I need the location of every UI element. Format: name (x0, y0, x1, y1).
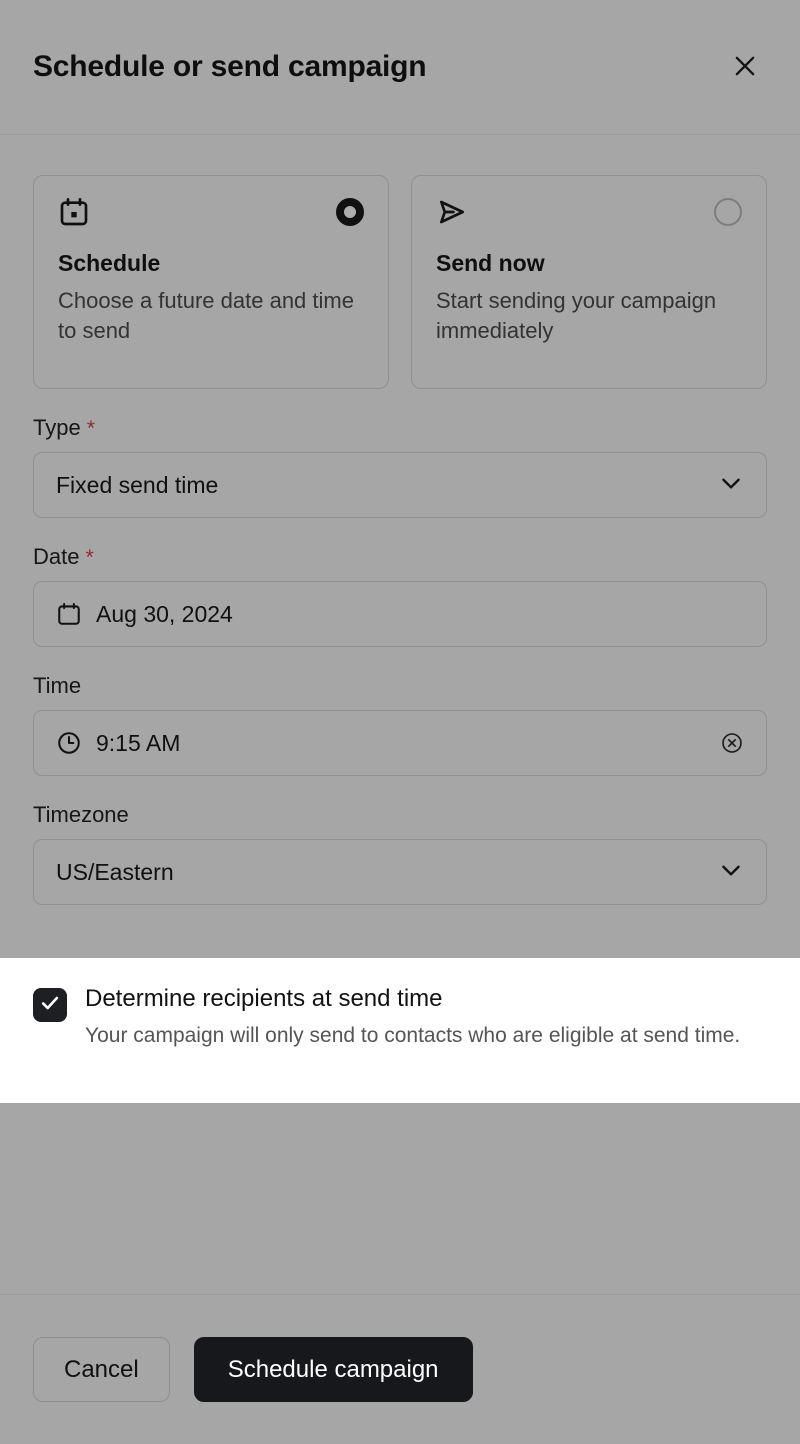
radio-schedule[interactable] (336, 198, 364, 226)
timezone-select[interactable]: US/Eastern (33, 839, 767, 905)
schedule-campaign-button[interactable]: Schedule campaign (193, 1337, 473, 1402)
time-input[interactable]: 9:15 AM (33, 710, 767, 776)
radio-send-now[interactable] (714, 198, 742, 226)
modal-header: Schedule or send campaign (0, 0, 800, 135)
calendar-icon (58, 196, 90, 233)
clock-icon (56, 730, 82, 756)
time-input-value: 9:15 AM (96, 729, 181, 756)
schedule-campaign-modal: Schedule or send campaign Schedule Choos… (0, 0, 800, 1444)
determine-recipients-description: Your campaign will only send to contacts… (85, 1024, 741, 1047)
checkmark-icon (39, 992, 61, 1019)
date-required-marker: * (85, 546, 94, 569)
close-button[interactable] (723, 45, 767, 89)
determine-recipients-row[interactable]: Determine recipients at send time Your c… (33, 984, 767, 1052)
option-card-schedule-description: Choose a future date and time to send (58, 287, 354, 344)
type-select-value: Fixed send time (56, 471, 219, 498)
cancel-button[interactable]: Cancel (33, 1337, 170, 1402)
option-card-send-now[interactable]: Send now Start sending your campaign imm… (411, 175, 767, 389)
send-icon (436, 196, 468, 233)
field-timezone: Timezone US/Eastern (33, 802, 767, 905)
send-mode-options: Schedule Choose a future date and time t… (33, 175, 767, 389)
type-label-text: Type (33, 415, 81, 440)
type-required-marker: * (86, 417, 96, 440)
calendar-icon (56, 601, 82, 627)
time-label: Time (33, 673, 82, 698)
field-time: Time 9:15 AM (33, 673, 767, 776)
date-label: Date * (33, 544, 767, 570)
determine-recipients-title: Determine recipients at send time (85, 985, 443, 1012)
chevron-down-icon (718, 470, 744, 501)
timezone-label: Timezone (33, 802, 129, 827)
modal-body: Schedule Choose a future date and time t… (0, 135, 800, 1444)
date-label-text: Date (33, 544, 80, 569)
modal-footer: Cancel Schedule campaign (0, 1294, 800, 1444)
option-card-send-now-top (436, 196, 742, 233)
field-date: Date * Aug 30, 2024 (33, 544, 767, 647)
date-input[interactable]: Aug 30, 2024 (33, 581, 767, 647)
option-card-schedule-top (58, 196, 364, 233)
timezone-select-value: US/Eastern (56, 858, 174, 885)
chevron-down-icon (718, 857, 744, 888)
option-card-send-now-title: Send now (436, 250, 545, 276)
type-select[interactable]: Fixed send time (33, 452, 767, 518)
close-icon (731, 52, 759, 83)
option-card-schedule-title: Schedule (58, 250, 161, 276)
type-label: Type * (33, 415, 767, 441)
determine-recipients-checkbox[interactable] (33, 988, 67, 1022)
date-input-value: Aug 30, 2024 (96, 600, 233, 627)
option-card-schedule[interactable]: Schedule Choose a future date and time t… (33, 175, 389, 389)
field-type: Type * Fixed send time (33, 415, 767, 518)
determine-recipients-texts: Determine recipients at send time Your c… (85, 984, 767, 1052)
circle-x-icon[interactable] (720, 731, 744, 755)
page-title: Schedule or send campaign (33, 50, 427, 83)
determine-recipients-section: Determine recipients at send time Your c… (0, 958, 800, 1103)
option-card-send-now-description: Start sending your campaign immediately (436, 287, 717, 344)
